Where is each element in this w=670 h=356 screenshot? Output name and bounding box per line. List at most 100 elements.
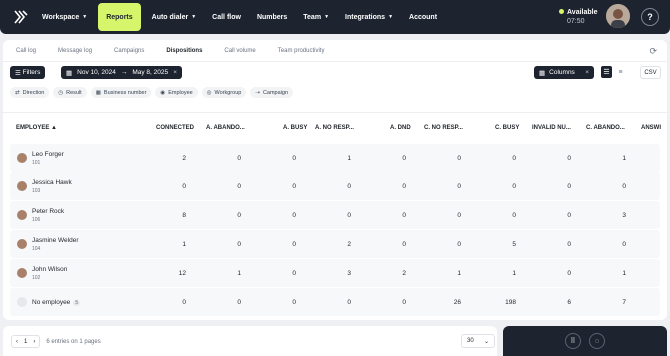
- availability-status[interactable]: Available 07:50: [559, 9, 597, 25]
- table-cell: 0: [567, 241, 571, 248]
- list-view-icon[interactable]: ☰: [601, 66, 612, 78]
- campaign-icon: ⇢: [255, 89, 260, 96]
- column-header[interactable]: ANSWI: [641, 125, 661, 131]
- chip-workgroup[interactable]: ◎ Workgroup: [201, 87, 247, 98]
- chevron-left-icon[interactable]: ‹: [16, 339, 18, 345]
- table-cell: 12: [178, 270, 186, 277]
- per-page-select[interactable]: 30 ⌄: [461, 334, 495, 348]
- nav-reports[interactable]: Reports: [98, 3, 141, 31]
- chip-direction[interactable]: ⇄ Direction: [10, 87, 50, 98]
- employee-name-label: John Wilson: [32, 266, 68, 273]
- app-logo-icon[interactable]: [12, 9, 28, 25]
- dialpad-button[interactable]: ⠿: [565, 333, 581, 349]
- chat-icon: ◌: [594, 337, 600, 345]
- main-nav: Workspace ▼ Reports Auto dialer ▼ Call flo…: [34, 0, 445, 34]
- report-toolbar: ☰ Filters ▦ Nov 10, 2024 → May 8, 2025 ×…: [3, 66, 667, 80]
- arrow-right-icon: →: [120, 69, 128, 76]
- column-header-employee[interactable]: EMPLOYEE ▲: [16, 125, 57, 131]
- table-cell: 0: [237, 299, 241, 306]
- table-cell: 0: [512, 212, 516, 219]
- help-button[interactable]: ?: [641, 8, 659, 26]
- tab-message-log[interactable]: Message log: [58, 48, 92, 54]
- tab-call-log[interactable]: Call log: [16, 48, 36, 54]
- tab-dispositions[interactable]: Dispositions: [166, 48, 202, 54]
- avatar: [17, 268, 27, 278]
- employee-name-label: Leo Forger: [32, 151, 64, 158]
- tab-campaigns[interactable]: Campaigns: [114, 48, 144, 54]
- reports-panel: Call log Message log Campaigns Dispositi…: [3, 40, 667, 320]
- nav-integrations[interactable]: Integrations ▼: [337, 0, 401, 34]
- table-cell: 0: [457, 183, 461, 190]
- table-cell: 0: [457, 241, 461, 248]
- table-row[interactable]: Jessica Hawk 103 0 0 0 0 0 0 0 0 0: [10, 172, 660, 200]
- table-cell: 0: [237, 241, 241, 248]
- employee-name: Jasmine Welder: [32, 237, 78, 244]
- chat-button[interactable]: ◌: [589, 333, 605, 349]
- table-cell: 0: [347, 183, 351, 190]
- table-cell: 8: [182, 212, 186, 219]
- avatar: [17, 181, 27, 191]
- table-footer: ‹ 1 › 6 entries on 1 pages 30 ⌄: [3, 326, 497, 356]
- table-cell: 0: [402, 155, 406, 162]
- chip-employee[interactable]: ◉ Employee: [155, 87, 198, 98]
- table-row[interactable]: Leo Forger 101 2 0 0 1 0 0 0 0 1: [10, 144, 660, 172]
- nav-team[interactable]: Team ▼: [295, 0, 337, 34]
- chip-result[interactable]: ◷ Result: [53, 87, 87, 98]
- user-avatar[interactable]: [606, 4, 630, 28]
- table-cell: 0: [292, 183, 296, 190]
- group-icon: ◎: [206, 89, 212, 96]
- column-header[interactable]: CONNECTED: [156, 125, 194, 131]
- column-header[interactable]: C. BUSY: [495, 125, 519, 131]
- column-header[interactable]: C. NO RESP...: [424, 125, 463, 131]
- employee-extension: 102: [32, 275, 41, 281]
- nav-numbers[interactable]: Numbers: [249, 0, 295, 34]
- table-row[interactable]: No employee 5 0 0 0 0 0 26 198 6 7: [10, 288, 660, 316]
- chevron-right-icon[interactable]: ›: [33, 339, 35, 345]
- table-cell: 0: [567, 183, 571, 190]
- nav-account[interactable]: Account: [401, 0, 445, 34]
- table-cell: 0: [292, 212, 296, 219]
- nav-auto-dialer[interactable]: Auto dialer ▼: [144, 0, 205, 34]
- page-selector[interactable]: ‹ 1 ›: [11, 335, 41, 348]
- table-cell: 0: [512, 155, 516, 162]
- nav-workspace[interactable]: Workspace ▼: [34, 0, 95, 34]
- dialpad-icon: ⠿: [570, 338, 576, 345]
- column-header[interactable]: A. NO RESP...: [315, 125, 354, 131]
- columns-button[interactable]: ▦ Columns ×: [534, 66, 594, 79]
- table-cell: 0: [347, 212, 351, 219]
- refresh-icon[interactable]: ⟳: [649, 46, 657, 57]
- nav-call-flow[interactable]: Call flow: [204, 0, 249, 34]
- column-header[interactable]: A. ABANDO...: [206, 125, 245, 131]
- clear-date-icon[interactable]: ×: [173, 69, 177, 76]
- table-row[interactable]: Peter Rock 106 8 0 0 0 0 0 0 0 3: [10, 201, 660, 229]
- chip-business-number[interactable]: ▦ Business number: [90, 87, 152, 98]
- softphone-dock: ⠿ ◌: [503, 326, 667, 356]
- table-cell: 0: [292, 299, 296, 306]
- table-cell: 0: [237, 183, 241, 190]
- table-row[interactable]: Jasmine Welder 104 1 0 0 2 0 0 5 0 0: [10, 230, 660, 258]
- employee-name: Peter Rock: [32, 208, 64, 215]
- direction-icon: ⇄: [15, 89, 20, 96]
- csv-export-button[interactable]: CSV: [640, 66, 661, 79]
- employee-extension: 101: [32, 160, 41, 166]
- avatar: [17, 210, 27, 220]
- tab-team-productivity[interactable]: Team productivity: [278, 48, 325, 54]
- date-range-picker[interactable]: ▦ Nov 10, 2024 → May 8, 2025 ×: [61, 66, 182, 79]
- table-row[interactable]: John Wilson 102 12 1 0 3 2 1 1 0 1: [10, 259, 660, 287]
- help-icon: ?: [647, 12, 653, 22]
- employee-name-label: Jasmine Welder: [32, 237, 79, 244]
- clear-columns-icon[interactable]: ×: [585, 69, 589, 76]
- tab-call-volume[interactable]: Call volume: [224, 48, 255, 54]
- status-timer: 07:50: [567, 18, 585, 25]
- chevron-down-icon: ▼: [388, 14, 394, 20]
- filter-icon: ☰: [15, 69, 23, 77]
- filters-button[interactable]: ☰ Filters: [10, 66, 46, 79]
- column-header[interactable]: INVALID NU...: [532, 125, 571, 131]
- compact-view-icon[interactable]: ≡: [615, 66, 626, 78]
- count-badge: 5: [73, 300, 81, 306]
- column-header[interactable]: A. DND: [390, 125, 411, 131]
- column-header[interactable]: C. ABANDO...: [586, 125, 625, 131]
- chip-campaign[interactable]: ⇢ Campaign: [250, 87, 294, 98]
- table-cell: 0: [402, 212, 406, 219]
- column-header[interactable]: A. BUSY: [283, 125, 307, 131]
